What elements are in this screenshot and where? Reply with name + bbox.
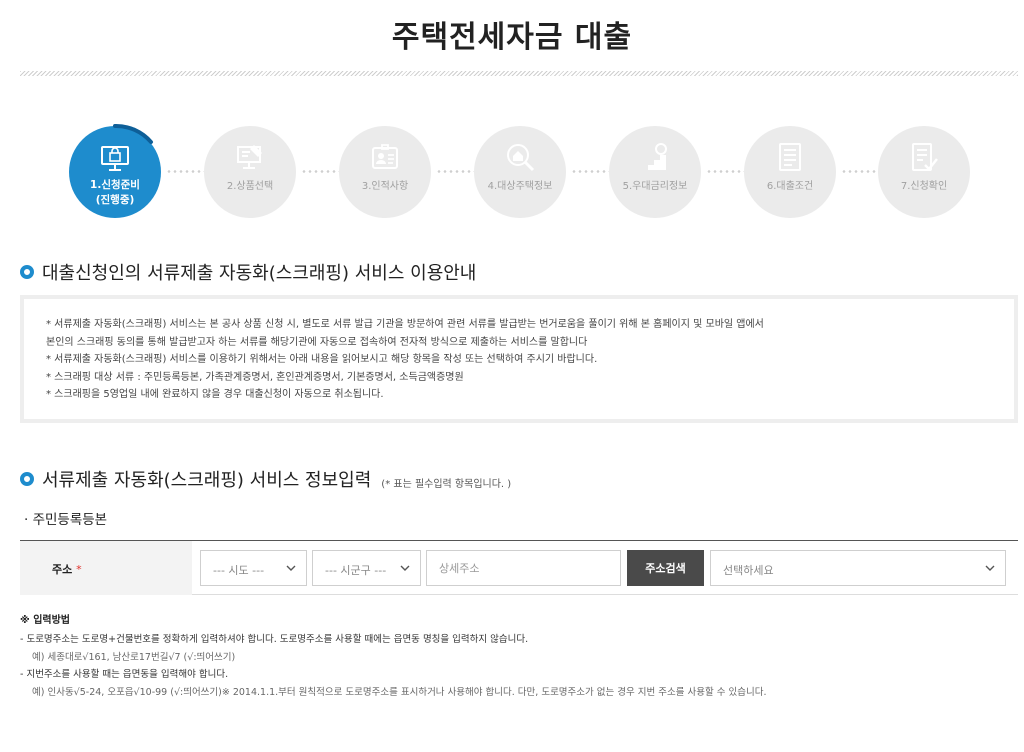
step-1: 1.신청준비 (진행중) <box>69 123 161 218</box>
method-example: 예) 인사동√5-24, 오포읍√10-99 (√:띄어쓰기)※ 2014.1.… <box>32 686 767 698</box>
monitor-lock-icon <box>101 146 129 171</box>
resident-register-subheading: · 주민등록등본 <box>24 512 108 528</box>
address-label: 주소 * <box>20 541 192 595</box>
required-note: (* 표는 필수입력 항목입니다. ) <box>381 478 512 490</box>
step-label: 2.상품선택 <box>226 181 274 192</box>
step-3: 3.인적사항 <box>339 126 431 218</box>
sigungu-select[interactable]: --- 시군구 --- <box>312 550 421 586</box>
id-card-icon <box>372 144 398 169</box>
step-connector <box>841 170 879 173</box>
house-search-icon <box>507 144 535 172</box>
step-7: 7.신청확인 <box>878 126 970 218</box>
method-line: - 도로명주소는 도로명+건물번호를 정확하게 입력하셔야 합니다. 도로명주소… <box>20 634 529 645</box>
step-label: 4.대상주택정보 <box>487 181 553 192</box>
input-method-title: ※ 입력방법 <box>20 615 71 626</box>
step-label: 3.인적사항 <box>361 181 409 192</box>
page-title: 주택전세자금 대출 <box>391 20 633 55</box>
step-label: 7.신청확인 <box>900 181 948 192</box>
step-2: 2.상품선택 <box>204 126 296 218</box>
chevron-down-icon <box>985 565 995 571</box>
step-label: 1.신청준비 (진행중) <box>90 179 140 206</box>
guide-heading: 대출신청인의 서류제출 자동화(스크래핑) 서비스 이용안내 <box>20 259 476 285</box>
input-method: ※ 입력방법 - 도로명주소는 도로명+건물번호를 정확하게 입력하셔야 합니다… <box>20 611 1010 701</box>
address-row: 주소 * --- 시도 --- --- 시군구 --- 주소검색 선택하세요 <box>20 540 1018 595</box>
step-label: 6.대출조건 <box>766 181 814 192</box>
required-mark: * <box>76 563 82 576</box>
step-5: 5.우대금리정보 <box>609 126 701 218</box>
guide-line: * 스크래핑을 5영업일 내에 완료하지 않을 경우 대출신청이 자동으로 취소… <box>46 389 384 400</box>
guide-line: * 스크래핑 대상 서류 : 주민등록등본, 가족관계증명서, 혼인관계증명서,… <box>46 371 464 383</box>
detail-address-input[interactable] <box>426 550 621 586</box>
address-search-button[interactable]: 주소검색 <box>627 550 704 586</box>
guide-line: * 서류제출 자동화(스크래핑) 서비스를 이용하기 위해서는 아래 내용을 읽… <box>46 354 598 365</box>
step-connector <box>301 170 339 173</box>
guide-box: * 서류제출 자동화(스크래핑) 서비스는 본 공사 상품 신청 시, 별도로 … <box>20 295 1018 423</box>
section-bullet-icon <box>20 472 34 486</box>
document-check-icon <box>912 143 938 171</box>
address-result-select[interactable]: 선택하세요 <box>710 550 1006 586</box>
step-connector <box>706 170 744 173</box>
step-connector <box>166 170 204 173</box>
step-6: 6.대출조건 <box>744 126 836 218</box>
title-divider <box>20 71 1018 76</box>
rate-stairs-icon <box>642 143 667 170</box>
product-select-icon <box>237 145 262 169</box>
step-connector <box>571 170 609 173</box>
info-input-heading: 서류제출 자동화(스크래핑) 서비스 정보입력 (* 표는 필수입력 항목입니다… <box>20 466 511 492</box>
progress-steps: 1.신청준비 (진행중) 2.상품선택 3.인적사항 4.대상주택정보 5.우대… <box>0 123 1024 226</box>
chevron-down-icon <box>400 565 410 571</box>
method-line: - 지번주소를 사용할 때는 읍면동을 입력해야 합니다. <box>20 669 229 680</box>
section-bullet-icon <box>20 265 34 279</box>
step-4: 4.대상주택정보 <box>474 126 566 218</box>
guide-line: 본인의 스크래핑 동의를 통해 발급받고자 하는 서류를 해당기관에 자동으로 … <box>46 336 588 348</box>
method-example: 예) 세종대로√161, 남산로17번길√7 (√:띄어쓰기) <box>32 651 236 663</box>
step-label: 5.우대금리정보 <box>622 181 688 192</box>
sido-select[interactable]: --- 시도 --- <box>200 550 307 586</box>
guide-line: * 서류제출 자동화(스크래핑) 서비스는 본 공사 상품 신청 시, 별도로 … <box>46 319 764 330</box>
chevron-down-icon <box>286 565 296 571</box>
step-connector <box>436 170 474 173</box>
document-list-icon <box>779 143 801 171</box>
